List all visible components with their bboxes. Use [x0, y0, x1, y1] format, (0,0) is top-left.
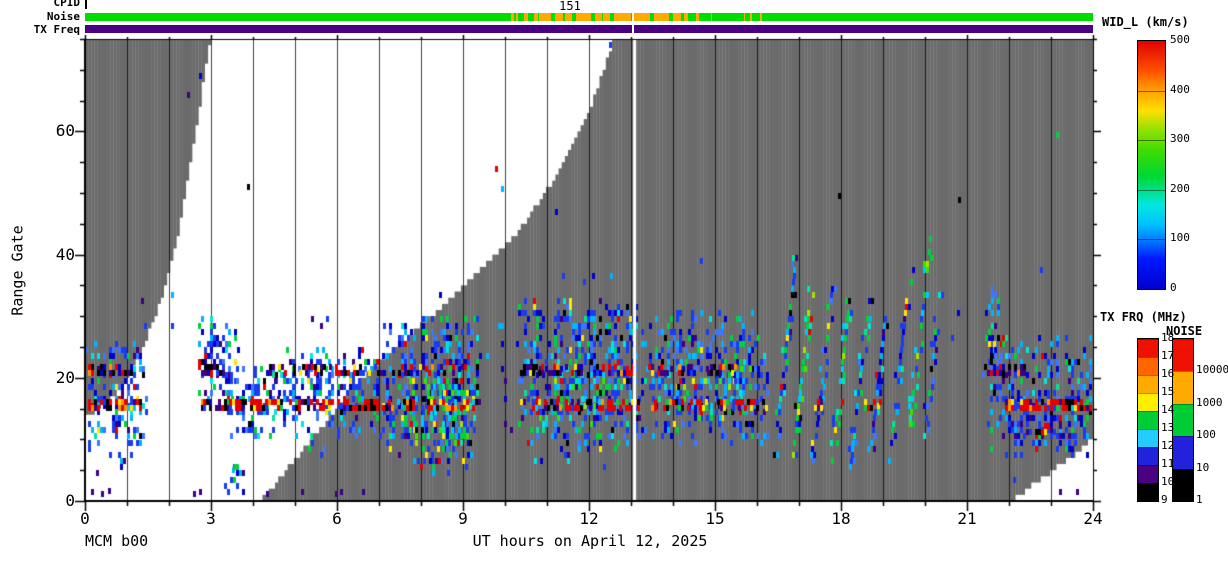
- noise-strip-segment: [516, 13, 518, 21]
- noise-colorbar-segment: [1173, 469, 1193, 501]
- station-label: MCM b00: [85, 534, 148, 549]
- wid-colorbar-tick-label: 400: [1170, 84, 1190, 95]
- noise-colorbar-tick-label: 10: [1196, 462, 1209, 473]
- txfrq-colorbar-segment: [1138, 429, 1158, 447]
- txfrq-colorbar-segment: [1138, 339, 1158, 357]
- noise-strip-segment: [595, 13, 601, 21]
- wid-colorbar: [1137, 40, 1166, 290]
- wid-colorbar-tickline: [1138, 239, 1165, 240]
- x-tick-label: 15: [695, 511, 735, 527]
- noise-strip-segment: [555, 13, 563, 21]
- wid-colorbar-tickline: [1138, 91, 1165, 92]
- noise-row-label: Noise: [0, 11, 80, 22]
- txfrq-colorbar-tick-label: 17: [1161, 350, 1174, 361]
- x-tick-label: 0: [65, 511, 105, 527]
- noise-strip-segment: [603, 13, 610, 21]
- noise-colorbar: [1172, 338, 1194, 502]
- x-tick-label: 21: [947, 511, 987, 527]
- noise-strip-segment: [750, 13, 752, 21]
- txfrq-colorbar: [1137, 338, 1159, 502]
- x-axis-title: UT hours on April 12, 2025: [420, 534, 760, 549]
- noise-strip-segment: [534, 13, 537, 21]
- radar-summary-plot: CPID Noise TX Freq 151 Range Gate MCM b0…: [0, 0, 1228, 567]
- noise-colorbar-tick-label: 100: [1196, 429, 1216, 440]
- noise-colorbar-segment: [1173, 339, 1193, 371]
- noise-strip-segment: [524, 13, 528, 21]
- x-tick-label: 9: [443, 511, 483, 527]
- wid-colorbar-tick-label: 300: [1170, 133, 1190, 144]
- txfrq-colorbar-segment: [1138, 465, 1158, 483]
- wid-colorbar-tick-label: 200: [1170, 183, 1190, 194]
- txfrq-colorbar-segment: [1138, 483, 1158, 501]
- wid-colorbar-tickline: [1138, 140, 1165, 141]
- txfrq-colorbar-tick-label: 9: [1161, 494, 1168, 505]
- noise-strip-gap: [632, 13, 634, 21]
- wid-colorbar-tick-label: 0: [1170, 282, 1177, 293]
- noise-strip-segment: [760, 13, 762, 21]
- wid-colorbar-tickline: [1138, 190, 1165, 191]
- txfrq-colorbar-title: TX FRQ (MHz): [1100, 311, 1187, 323]
- y-axis-title: Range Gate: [11, 211, 26, 331]
- y-tick-label: 40: [45, 247, 75, 263]
- noise-colorbar-segment: [1173, 436, 1193, 468]
- wid-colorbar-tick-label: 100: [1170, 232, 1190, 243]
- noise-strip-segment: [684, 13, 688, 21]
- y-tick-label: 20: [45, 370, 75, 386]
- txfrq-colorbar-tick-label: 11: [1161, 458, 1174, 469]
- txfrq-colorbar-tick-label: 13: [1161, 422, 1174, 433]
- x-tick-label: 6: [317, 511, 357, 527]
- noise-strip-segment: [511, 13, 514, 21]
- noise-colorbar-tick-label: 1: [1196, 494, 1203, 505]
- x-tick-label: 3: [191, 511, 231, 527]
- noise-colorbar-tick-label: 1000: [1196, 397, 1223, 408]
- noise-strip-segment: [711, 13, 713, 21]
- cpid-mode-tick: [85, 0, 87, 9]
- noise-strip-segment: [614, 13, 631, 21]
- txfrq-colorbar-segment: [1138, 393, 1158, 411]
- wid-colorbar-title: WID_L (km/s): [1102, 16, 1189, 28]
- txfrq-colorbar-tick-label: 15: [1161, 386, 1174, 397]
- y-tick-label: 60: [45, 123, 75, 139]
- noise-colorbar-tick-label: 10000: [1196, 364, 1228, 375]
- txfreq-strip-gap: [632, 25, 634, 33]
- rti-plot-canvas: [0, 0, 1228, 567]
- txfreq-strip-bar: [85, 25, 1093, 33]
- cpid-row-label: CPID: [0, 0, 80, 8]
- txfrq-colorbar-segment: [1138, 375, 1158, 393]
- txfrq-colorbar-segment: [1138, 411, 1158, 429]
- cpid-value: 151: [549, 0, 591, 12]
- txfrq-colorbar-tick-label: 12: [1161, 440, 1174, 451]
- txfrq-colorbar-tick-label: 14: [1161, 404, 1174, 415]
- noise-strip-segment: [696, 13, 699, 21]
- x-tick-label: 18: [821, 511, 861, 527]
- noise-strip-bar: [85, 13, 1093, 21]
- noise-strip-segment: [565, 13, 573, 21]
- noise-strip-segment: [576, 13, 591, 21]
- noise-strip-segment: [744, 13, 746, 21]
- noise-strip-segment: [539, 13, 551, 21]
- txfrq-colorbar-segment: [1138, 357, 1158, 375]
- x-tick-label: 24: [1073, 511, 1113, 527]
- txfrq-colorbar-tick-label: 10: [1161, 476, 1174, 487]
- noise-strip-segment: [633, 13, 650, 21]
- noise-strip-segment: [673, 13, 681, 21]
- txfrq-colorbar-tick-label: 16: [1161, 368, 1174, 379]
- x-tick-label: 12: [569, 511, 609, 527]
- txfrq-colorbar-tick-label: 18: [1161, 332, 1174, 343]
- noise-colorbar-segment: [1173, 404, 1193, 436]
- txfreq-row-label: TX Freq: [0, 24, 80, 35]
- txfrq-colorbar-segment: [1138, 447, 1158, 465]
- y-tick-label: 0: [45, 493, 75, 509]
- noise-colorbar-segment: [1173, 371, 1193, 403]
- wid-colorbar-tick-label: 500: [1170, 34, 1190, 45]
- noise-strip-segment: [654, 13, 669, 21]
